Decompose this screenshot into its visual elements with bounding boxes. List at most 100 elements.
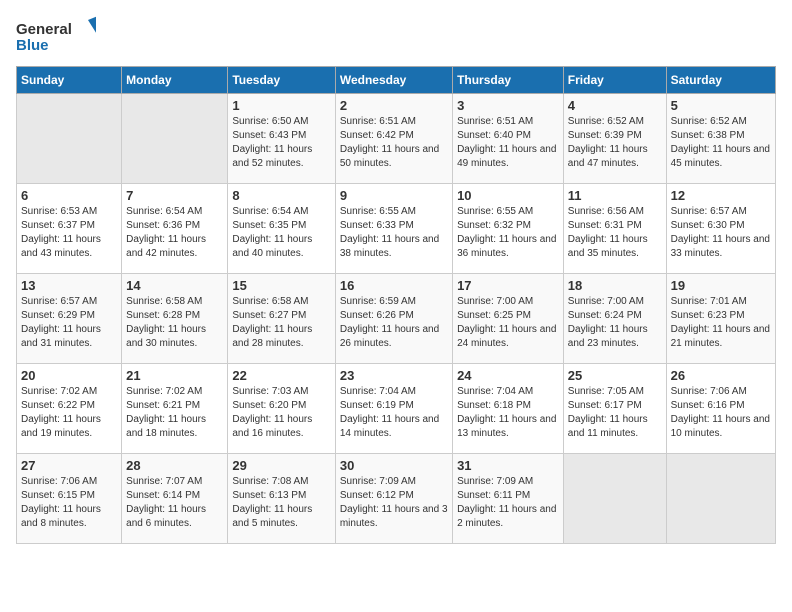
day-number: 24 xyxy=(457,368,559,383)
day-info: Sunrise: 7:05 AMSunset: 6:17 PMDaylight:… xyxy=(568,385,662,441)
calendar-cell: 26 Sunrise: 7:06 AMSunset: 6:16 PMDayligh… xyxy=(666,364,775,454)
day-info: Sunrise: 7:00 AMSunset: 6:24 PMDaylight:… xyxy=(568,295,662,351)
weekday-header: Friday xyxy=(563,67,666,94)
calendar-cell: 24 Sunrise: 7:04 AMSunset: 6:18 PMDayligh… xyxy=(453,364,564,454)
calendar-week-row: 20Sunrise: 7:02 AMSunset: 6:22 PMDayligh… xyxy=(17,364,776,454)
day-number: 11 xyxy=(568,188,662,203)
day-info: Sunrise: 6:52 AMSunset: 6:39 PMDaylight:… xyxy=(568,115,662,171)
calendar-cell: 18 Sunrise: 7:00 AMSunset: 6:24 PMDayligh… xyxy=(563,274,666,364)
day-info: Sunrise: 6:55 AMSunset: 6:33 PMDaylight:… xyxy=(340,205,448,261)
weekday-header: Tuesday xyxy=(228,67,335,94)
calendar-cell: 28 Sunrise: 7:07 AMSunset: 6:14 PMDayligh… xyxy=(122,454,228,544)
day-number: 6 xyxy=(21,188,117,203)
calendar-cell: 21 Sunrise: 7:02 AMSunset: 6:21 PMDayligh… xyxy=(122,364,228,454)
day-info: Sunrise: 6:57 AMSunset: 6:29 PMDaylight:… xyxy=(21,295,117,351)
day-info: Sunrise: 6:59 AMSunset: 6:26 PMDaylight:… xyxy=(340,295,448,351)
calendar-cell: 2Sunrise: 6:51 AMSunset: 6:42 PMDaylight… xyxy=(335,94,452,184)
calendar-cell xyxy=(122,94,228,184)
day-number: 1 xyxy=(232,98,330,113)
day-number: 12 xyxy=(671,188,771,203)
calendar-cell xyxy=(17,94,122,184)
day-info: Sunrise: 6:54 AMSunset: 6:35 PMDaylight:… xyxy=(232,205,330,261)
calendar-cell: 13 Sunrise: 6:57 AMSunset: 6:29 PMDayligh… xyxy=(17,274,122,364)
day-number: 28 xyxy=(126,458,223,473)
day-info: Sunrise: 6:51 AMSunset: 6:42 PMDaylight:… xyxy=(340,115,448,171)
calendar-cell: 1 Sunrise: 6:50 AMSunset: 6:43 PMDaylight… xyxy=(228,94,335,184)
day-info: Sunrise: 7:01 AMSunset: 6:23 PMDaylight:… xyxy=(671,295,771,351)
weekday-header-row: SundayMondayTuesdayWednesdayThursdayFrid… xyxy=(17,67,776,94)
day-info: Sunrise: 6:57 AMSunset: 6:30 PMDaylight:… xyxy=(671,205,771,261)
day-number: 20 xyxy=(21,368,117,383)
calendar-cell: 16 Sunrise: 6:59 AMSunset: 6:26 PMDayligh… xyxy=(335,274,452,364)
day-number: 25 xyxy=(568,368,662,383)
calendar-cell: 11Sunrise: 6:56 AMSunset: 6:31 PMDayligh… xyxy=(563,184,666,274)
weekday-header: Thursday xyxy=(453,67,564,94)
day-info: Sunrise: 7:09 AMSunset: 6:12 PMDaylight:… xyxy=(340,475,448,531)
page-header: General Blue xyxy=(16,16,776,54)
calendar-cell: 20Sunrise: 7:02 AMSunset: 6:22 PMDayligh… xyxy=(17,364,122,454)
day-number: 8 xyxy=(232,188,330,203)
calendar-cell: 9 Sunrise: 6:55 AMSunset: 6:33 PMDaylight… xyxy=(335,184,452,274)
calendar-cell: 29 Sunrise: 7:08 AMSunset: 6:13 PMDayligh… xyxy=(228,454,335,544)
calendar-cell: 30 Sunrise: 7:09 AMSunset: 6:12 PMDayligh… xyxy=(335,454,452,544)
day-info: Sunrise: 6:52 AMSunset: 6:38 PMDaylight:… xyxy=(671,115,771,171)
calendar-cell: 8 Sunrise: 6:54 AMSunset: 6:35 PMDaylight… xyxy=(228,184,335,274)
calendar-cell: 10 Sunrise: 6:55 AMSunset: 6:32 PMDayligh… xyxy=(453,184,564,274)
day-number: 31 xyxy=(457,458,559,473)
calendar-cell: 5 Sunrise: 6:52 AMSunset: 6:38 PMDaylight… xyxy=(666,94,775,184)
calendar-cell: 4Sunrise: 6:52 AMSunset: 6:39 PMDaylight… xyxy=(563,94,666,184)
day-number: 5 xyxy=(671,98,771,113)
day-number: 19 xyxy=(671,278,771,293)
day-number: 9 xyxy=(340,188,448,203)
day-number: 23 xyxy=(340,368,448,383)
day-info: Sunrise: 7:03 AMSunset: 6:20 PMDaylight:… xyxy=(232,385,330,441)
day-number: 16 xyxy=(340,278,448,293)
day-info: Sunrise: 7:06 AMSunset: 6:16 PMDaylight:… xyxy=(671,385,771,441)
calendar-cell: 23 Sunrise: 7:04 AMSunset: 6:19 PMDayligh… xyxy=(335,364,452,454)
day-info: Sunrise: 7:04 AMSunset: 6:19 PMDaylight:… xyxy=(340,385,448,441)
day-info: Sunrise: 6:54 AMSunset: 6:36 PMDaylight:… xyxy=(126,205,223,261)
calendar-cell xyxy=(563,454,666,544)
calendar-cell: 15 Sunrise: 6:58 AMSunset: 6:27 PMDayligh… xyxy=(228,274,335,364)
svg-text:Blue: Blue xyxy=(16,37,49,54)
day-number: 13 xyxy=(21,278,117,293)
day-number: 7 xyxy=(126,188,223,203)
calendar-cell xyxy=(666,454,775,544)
day-info: Sunrise: 7:06 AMSunset: 6:15 PMDaylight:… xyxy=(21,475,117,531)
day-info: Sunrise: 7:08 AMSunset: 6:13 PMDaylight:… xyxy=(232,475,330,531)
day-number: 27 xyxy=(21,458,117,473)
calendar-cell: 27 Sunrise: 7:06 AMSunset: 6:15 PMDayligh… xyxy=(17,454,122,544)
day-info: Sunrise: 7:00 AMSunset: 6:25 PMDaylight:… xyxy=(457,295,559,351)
day-info: Sunrise: 6:58 AMSunset: 6:27 PMDaylight:… xyxy=(232,295,330,351)
day-info: Sunrise: 7:09 AMSunset: 6:11 PMDaylight:… xyxy=(457,475,559,531)
day-info: Sunrise: 7:07 AMSunset: 6:14 PMDaylight:… xyxy=(126,475,223,531)
day-number: 29 xyxy=(232,458,330,473)
calendar-table: SundayMondayTuesdayWednesdayThursdayFrid… xyxy=(16,66,776,544)
weekday-header: Sunday xyxy=(17,67,122,94)
calendar-cell: 22 Sunrise: 7:03 AMSunset: 6:20 PMDayligh… xyxy=(228,364,335,454)
day-number: 26 xyxy=(671,368,771,383)
calendar-week-row: 13 Sunrise: 6:57 AMSunset: 6:29 PMDayligh… xyxy=(17,274,776,364)
day-info: Sunrise: 7:02 AMSunset: 6:21 PMDaylight:… xyxy=(126,385,223,441)
calendar-cell: 31 Sunrise: 7:09 AMSunset: 6:11 PMDayligh… xyxy=(453,454,564,544)
day-number: 21 xyxy=(126,368,223,383)
day-info: Sunrise: 6:50 AMSunset: 6:43 PMDaylight:… xyxy=(232,115,330,171)
day-number: 3 xyxy=(457,98,559,113)
day-number: 15 xyxy=(232,278,330,293)
calendar-cell: 14Sunrise: 6:58 AMSunset: 6:28 PMDayligh… xyxy=(122,274,228,364)
day-info: Sunrise: 6:55 AMSunset: 6:32 PMDaylight:… xyxy=(457,205,559,261)
day-number: 30 xyxy=(340,458,448,473)
svg-text:General: General xyxy=(16,21,72,38)
calendar-week-row: 1 Sunrise: 6:50 AMSunset: 6:43 PMDaylight… xyxy=(17,94,776,184)
calendar-week-row: 6Sunrise: 6:53 AMSunset: 6:37 PMDaylight… xyxy=(17,184,776,274)
calendar-cell: 12 Sunrise: 6:57 AMSunset: 6:30 PMDayligh… xyxy=(666,184,775,274)
logo: General Blue xyxy=(16,16,96,54)
day-number: 17 xyxy=(457,278,559,293)
weekday-header: Monday xyxy=(122,67,228,94)
day-number: 22 xyxy=(232,368,330,383)
weekday-header: Wednesday xyxy=(335,67,452,94)
day-number: 10 xyxy=(457,188,559,203)
day-number: 18 xyxy=(568,278,662,293)
day-info: Sunrise: 7:04 AMSunset: 6:18 PMDaylight:… xyxy=(457,385,559,441)
calendar-cell: 7 Sunrise: 6:54 AMSunset: 6:36 PMDaylight… xyxy=(122,184,228,274)
